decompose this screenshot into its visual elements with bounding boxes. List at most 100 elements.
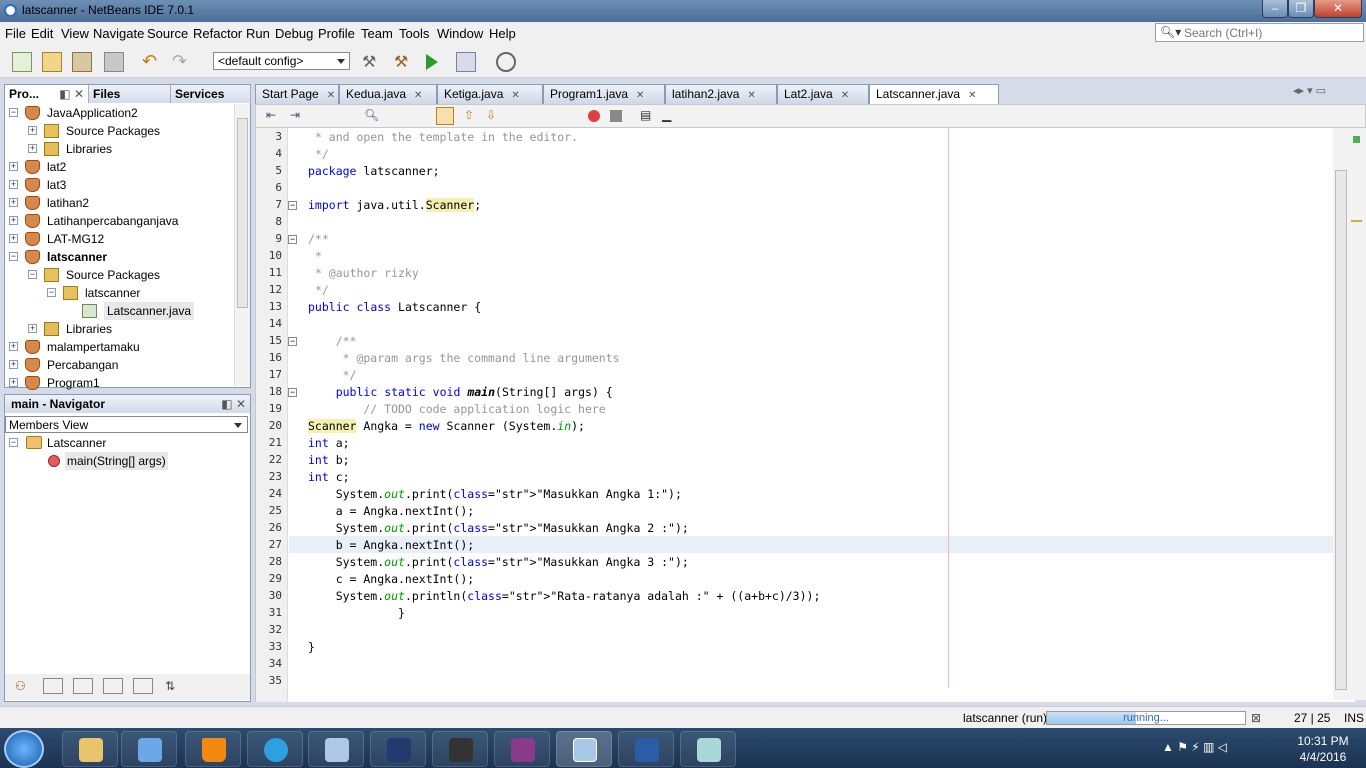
macro-stop-icon[interactable] — [610, 110, 622, 122]
expand-icon[interactable]: − — [9, 438, 18, 447]
expand-icon[interactable]: − — [9, 252, 18, 261]
fields-filter-icon[interactable] — [43, 678, 63, 694]
close-icon[interactable]: ✕ — [968, 90, 976, 101]
tab-scroll-icon[interactable]: ◂▸ ▾ ▭ — [1293, 84, 1326, 97]
close-icon[interactable]: ✕ — [636, 90, 644, 101]
tray-icons[interactable]: ▲ ⚑ ⚡ ▥ ◁ — [1162, 740, 1227, 754]
open-project-icon[interactable] — [72, 52, 92, 72]
expand-icon[interactable]: + — [9, 198, 18, 207]
code-line[interactable]: /** — [308, 334, 357, 348]
profile-icon[interactable] — [496, 52, 516, 72]
expand-icon[interactable]: + — [9, 180, 18, 189]
code-line[interactable]: * and open the template in the editor. — [308, 130, 578, 144]
expand-icon[interactable]: + — [28, 324, 37, 333]
projects-scrollbar[interactable] — [234, 104, 250, 386]
close-icon[interactable]: ✕ — [511, 90, 519, 101]
expand-icon[interactable]: + — [28, 126, 37, 135]
paint-task[interactable] — [308, 731, 364, 767]
media-player-task[interactable] — [121, 731, 177, 767]
run-icon[interactable] — [426, 54, 438, 70]
menu-debug[interactable]: Debug — [275, 26, 313, 41]
new-file-icon[interactable] — [12, 52, 32, 72]
run-status-label[interactable]: latscanner (run) — [963, 711, 1047, 725]
code-line[interactable]: System.out.print(class="str">"Masukkan A… — [308, 555, 689, 569]
notepad-task[interactable] — [680, 731, 736, 767]
nfs-task[interactable] — [432, 731, 488, 767]
tab-kedua[interactable]: Kedua.java ✕ — [339, 84, 437, 104]
fold-icon[interactable]: − — [288, 201, 297, 210]
scrollbar-thumb[interactable] — [1335, 170, 1347, 690]
tree-item[interactable]: lat2 — [47, 158, 66, 176]
expand-icon[interactable]: + — [9, 360, 18, 369]
debug-icon[interactable] — [456, 52, 476, 72]
expand-icon[interactable]: + — [9, 234, 18, 243]
tab-start-page[interactable]: Start Page ✕ — [255, 84, 339, 104]
code-line[interactable]: public static void main(String[] args) { — [308, 385, 613, 399]
tree-item[interactable]: Libraries — [66, 320, 112, 338]
expand-icon[interactable]: + — [28, 144, 37, 153]
clean-build-icon[interactable]: ⚒ — [394, 52, 414, 72]
tab-services[interactable]: Services — [171, 85, 251, 103]
tree-item[interactable]: Latihanpercabanganjava — [47, 212, 178, 230]
code-line[interactable]: a = Angka.nextInt(); — [308, 504, 474, 518]
minimize-button[interactable]: – — [1262, 0, 1288, 18]
close-icon[interactable]: ✕ — [327, 90, 335, 101]
members-view-select[interactable]: Members View — [5, 416, 248, 433]
tree-item[interactable]: latscanner — [47, 248, 107, 266]
fold-icon[interactable]: − — [288, 337, 297, 346]
menu-profile[interactable]: Profile — [318, 26, 355, 41]
expand-icon[interactable]: + — [9, 342, 18, 351]
code-line[interactable]: package latscanner; — [308, 164, 440, 178]
code-line[interactable]: int a; — [308, 436, 350, 450]
menu-help[interactable]: Help — [489, 26, 516, 41]
code-line[interactable]: */ — [308, 283, 329, 297]
menu-run[interactable]: Run — [246, 26, 270, 41]
expand-icon[interactable]: − — [28, 270, 37, 279]
back-icon[interactable]: ⇤ — [266, 108, 276, 122]
expand-icon[interactable]: − — [9, 108, 18, 117]
fold-icon[interactable]: − — [288, 235, 297, 244]
sort-icon[interactable]: ⇅ — [165, 679, 175, 693]
save-all-icon[interactable] — [104, 52, 124, 72]
sort-filter-icon[interactable] — [133, 678, 153, 694]
code-line[interactable]: import java.util.Scanner; — [308, 198, 481, 212]
winrar-task[interactable] — [494, 731, 550, 767]
cancel-run-icon[interactable]: ⊠ — [1251, 711, 1261, 725]
undo-icon[interactable]: ↶ — [142, 52, 162, 72]
tree-item[interactable]: malampertamaku — [47, 338, 140, 356]
code-line[interactable]: c = Angka.nextInt(); — [308, 572, 474, 586]
code-line[interactable]: int c; — [308, 470, 350, 484]
start-button[interactable] — [4, 730, 44, 768]
code-line[interactable]: System.out.print(class="str">"Masukkan A… — [308, 487, 682, 501]
code-line[interactable]: * @param args the command line arguments — [308, 351, 620, 365]
expand-icon[interactable]: + — [9, 162, 18, 171]
uncomment-icon[interactable]: ▁ — [662, 108, 671, 122]
tree-item[interactable]: Latscanner.java — [104, 302, 195, 320]
menu-refactor[interactable]: Refactor — [193, 26, 242, 41]
tree-item[interactable]: lat3 — [47, 176, 66, 194]
config-select[interactable]: <default config> — [213, 52, 350, 70]
search-input[interactable]: 🔍︎▾ Search (Ctrl+I) — [1155, 23, 1364, 42]
code-line[interactable]: } — [308, 640, 315, 654]
navigator-method[interactable]: main(String[] args) — [65, 452, 168, 470]
tree-item[interactable]: Source Packages — [66, 266, 160, 284]
menu-tools[interactable]: Tools — [399, 26, 429, 41]
tree-item[interactable]: latihan2 — [47, 194, 89, 212]
find-icon[interactable]: 🔍︎ — [364, 108, 379, 122]
tree-item[interactable]: latscanner — [85, 284, 140, 302]
close-icon[interactable]: ✕ — [841, 90, 849, 101]
code-line[interactable]: System.out.print(class="str">"Masukkan A… — [308, 521, 689, 535]
next-bookmark-icon[interactable]: ⇩ — [486, 108, 496, 122]
tree-item[interactable]: Program1 — [47, 374, 100, 392]
code-line[interactable]: * — [308, 249, 322, 263]
menu-window[interactable]: Window — [437, 26, 483, 41]
tab-lat2[interactable]: Lat2.java ✕ — [777, 84, 869, 104]
maximize-button[interactable]: ❐ — [1288, 0, 1314, 18]
tree-item[interactable]: Libraries — [66, 140, 112, 158]
firefox-task[interactable] — [247, 731, 303, 767]
tab-program1[interactable]: Program1.java ✕ — [543, 84, 665, 104]
word-task[interactable] — [618, 731, 674, 767]
toggle-highlight-icon[interactable] — [436, 107, 454, 125]
comment-icon[interactable]: ▤ — [640, 108, 651, 122]
tab-ketiga[interactable]: Ketiga.java ✕ — [437, 84, 543, 104]
